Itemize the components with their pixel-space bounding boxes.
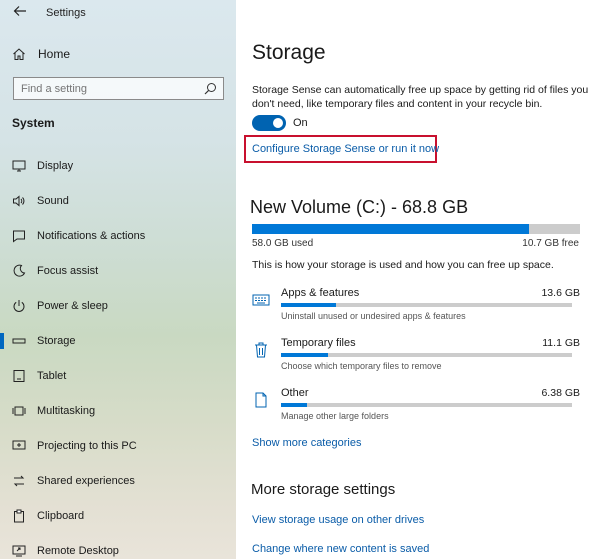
- sidebar-item-focus-assist[interactable]: Focus assist: [0, 253, 236, 288]
- home-nav-item[interactable]: Home: [0, 42, 236, 66]
- sidebar-item-label: Shared experiences: [37, 474, 135, 487]
- page-title: Storage: [252, 41, 326, 64]
- category-name: Temporary files: [281, 337, 356, 349]
- sidebar-item-multitasking[interactable]: Multitasking: [0, 393, 236, 428]
- sidebar-item-label: Focus assist: [37, 264, 99, 277]
- sidebar-item-label: Sound: [37, 194, 69, 207]
- notifications-icon: [13, 230, 25, 242]
- clipboard-icon: [14, 509, 24, 522]
- toggle-knob: [273, 118, 283, 128]
- category-size: 13.6 GB: [541, 287, 580, 299]
- sidebar-item-label: Notifications & actions: [37, 229, 146, 242]
- category-apps-features[interactable]: Apps & features 13.6 GB Uninstall unused…: [252, 287, 580, 327]
- sidebar-item-label: Multitasking: [37, 404, 96, 417]
- search-icon: [204, 83, 216, 95]
- category-description: Choose which temporary files to remove: [281, 361, 442, 371]
- sidebar-item-tablet[interactable]: Tablet: [0, 358, 236, 393]
- sidebar-item-label: Remote Desktop: [37, 544, 119, 557]
- other-files-icon: [255, 392, 267, 408]
- sidebar-item-label: Display: [37, 159, 74, 172]
- sidebar-item-label: Clipboard: [37, 509, 85, 522]
- sidebar-item-label: Tablet: [37, 369, 67, 382]
- window-title: Settings: [46, 7, 86, 19]
- storage-icon: [12, 338, 26, 343]
- sidebar-item-shared-experiences[interactable]: Shared experiences: [0, 463, 236, 498]
- sidebar-item-remote-desktop[interactable]: Remote Desktop: [0, 533, 236, 559]
- storage-usage-description: This is how your storage is used and how…: [252, 259, 554, 271]
- display-icon: [12, 160, 26, 171]
- category-usage-bar: [281, 403, 572, 407]
- category-name: Other: [281, 387, 309, 399]
- more-storage-settings-title: More storage settings: [251, 481, 396, 498]
- sidebar-item-clipboard[interactable]: Clipboard: [0, 498, 236, 533]
- trash-icon: [255, 342, 267, 358]
- remote-desktop-icon: [12, 545, 26, 556]
- tablet-icon: [13, 369, 25, 382]
- category-size: 6.38 GB: [541, 387, 580, 399]
- show-more-categories-link[interactable]: Show more categories: [252, 437, 361, 449]
- sidebar-nav: Display Sound Notifications & actions Fo…: [0, 148, 236, 559]
- title-bar: Settings: [0, 0, 236, 28]
- category-size: 11.1 GB: [542, 337, 580, 349]
- sound-icon: [13, 194, 25, 207]
- shared-experiences-icon: [13, 475, 25, 486]
- back-arrow-icon: [13, 6, 26, 16]
- sidebar-item-label: Power & sleep: [37, 299, 108, 312]
- free-space-label: 10.7 GB free: [522, 238, 579, 249]
- sidebar: Settings Home System Display Sound Notif…: [0, 0, 236, 559]
- search-box[interactable]: [13, 77, 224, 100]
- category-temporary-files[interactable]: Temporary files 11.1 GB Choose which tem…: [252, 337, 580, 377]
- focus-assist-icon: [13, 264, 26, 277]
- used-space-label: 58.0 GB used: [252, 238, 314, 249]
- category-usage-bar: [281, 353, 572, 357]
- sidebar-item-label: Storage: [37, 334, 76, 347]
- category-usage-bar: [281, 303, 572, 307]
- category-usage-fill: [281, 303, 337, 307]
- sidebar-item-display[interactable]: Display: [0, 148, 236, 183]
- category-other[interactable]: Other 6.38 GB Manage other large folders: [252, 387, 580, 427]
- apps-features-icon: [252, 294, 270, 306]
- change-new-content-location-link[interactable]: Change where new content is saved: [252, 543, 429, 555]
- main-panel: Storage Storage Sense can automatically …: [236, 0, 600, 559]
- back-button[interactable]: [10, 4, 30, 22]
- volume-usage-fill: [252, 224, 529, 234]
- category-description: Manage other large folders: [281, 411, 389, 421]
- toggle-state-label: On: [293, 117, 308, 129]
- sidebar-item-storage[interactable]: Storage: [0, 323, 236, 358]
- category-usage-fill: [281, 403, 308, 407]
- volume-usage-bar: [252, 224, 580, 234]
- home-icon: [13, 48, 25, 60]
- sidebar-item-power-sleep[interactable]: Power & sleep: [0, 288, 236, 323]
- sidebar-item-label: Projecting to this PC: [37, 439, 137, 452]
- category-name: Apps & features: [281, 287, 360, 299]
- section-title: System: [12, 116, 55, 130]
- projecting-icon: [12, 440, 26, 449]
- category-description: Uninstall unused or undesired apps & fea…: [281, 311, 466, 321]
- view-storage-usage-link[interactable]: View storage usage on other drives: [252, 514, 424, 526]
- home-label: Home: [38, 47, 71, 61]
- configure-storage-sense-link[interactable]: Configure Storage Sense or run it now: [252, 143, 439, 155]
- multitasking-icon: [12, 406, 26, 415]
- storage-sense-description: Storage Sense can automatically free up …: [252, 84, 589, 110]
- sidebar-item-projecting[interactable]: Projecting to this PC: [0, 428, 236, 463]
- category-usage-fill: [281, 353, 328, 357]
- search-input[interactable]: [14, 78, 194, 99]
- power-icon: [13, 299, 25, 312]
- volume-title: New Volume (C:) - 68.8 GB: [250, 197, 469, 217]
- sidebar-item-notifications[interactable]: Notifications & actions: [0, 218, 236, 253]
- sidebar-item-sound[interactable]: Sound: [0, 183, 236, 218]
- storage-sense-toggle[interactable]: [252, 115, 286, 131]
